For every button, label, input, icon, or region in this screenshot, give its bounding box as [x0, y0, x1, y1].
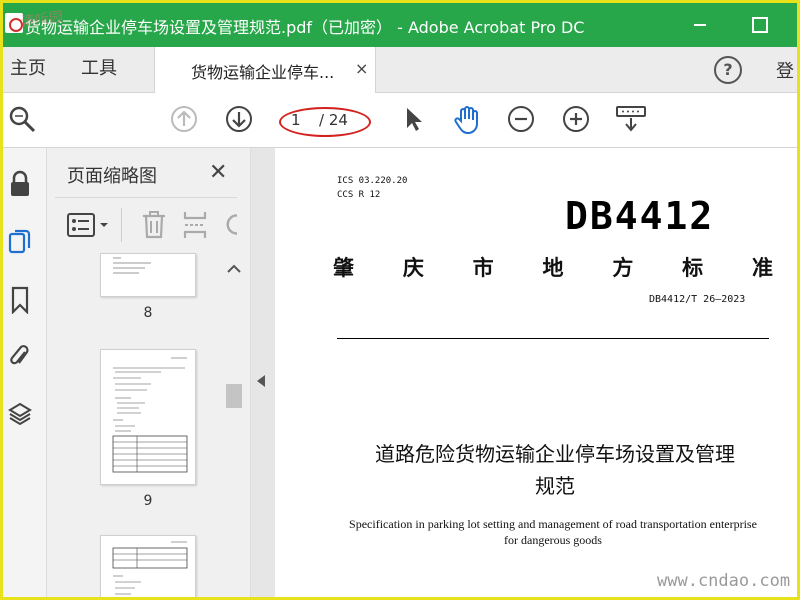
- header-rule: [337, 338, 769, 339]
- help-icon[interactable]: ?: [714, 56, 742, 84]
- issuer-char: 肇: [333, 255, 354, 280]
- layers-icon[interactable]: [8, 400, 32, 428]
- paperclip-icon[interactable]: [8, 342, 32, 370]
- highlight-ring: [279, 107, 371, 137]
- left-rail: [3, 148, 47, 597]
- app-window: 货物运输企业停车场设置及管理规范.pdf（已加密） - Adobe Acroba…: [0, 0, 800, 600]
- window-title: 货物运输企业停车场设置及管理规范.pdf（已加密） - Adobe Acroba…: [25, 18, 585, 37]
- panel-divider: [55, 197, 237, 198]
- thumbnail-panel: 页面缩略图 ✕ 8 9: [47, 148, 251, 597]
- site-watermark: www.cndao.com: [657, 571, 791, 591]
- extract-pages-icon[interactable]: [182, 210, 208, 244]
- thumbnail-label: 8: [143, 305, 153, 321]
- minimize-button[interactable]: [685, 11, 715, 37]
- rotate-icon[interactable]: [223, 212, 237, 240]
- ics-code: ICS 03.220.20: [337, 176, 408, 186]
- subtitle-line: Specification in parking lot setting and…: [349, 517, 757, 531]
- options-menu-icon[interactable]: [67, 212, 113, 242]
- ccs-code: CCS R 12: [337, 190, 381, 200]
- maximize-button[interactable]: [743, 11, 773, 37]
- arrow-up-circle-icon[interactable]: [170, 105, 198, 133]
- issuer-char: 标: [682, 255, 704, 280]
- document-tab-label: 货物运输企业停车...: [191, 63, 335, 82]
- panel-toolbar: [47, 200, 251, 250]
- issuer-char: 准: [751, 255, 773, 280]
- magnifier-icon[interactable]: [8, 105, 36, 133]
- subtitle-line: for dangerous goods: [504, 533, 602, 547]
- scroll-thumb[interactable]: [226, 384, 242, 408]
- minus-circle-icon[interactable]: [507, 105, 535, 133]
- panel-gutter: [251, 148, 275, 597]
- document-page: ICS 03.220.20 CCS R 12 DB4412 肇 庆 市 地 方 …: [275, 148, 797, 597]
- standard-code: DB4412: [565, 194, 715, 238]
- document-title: 道路危险货物运输企业停车场设置及管理 规范: [325, 438, 785, 502]
- thumbnail-label: 9: [143, 493, 153, 509]
- document-tab[interactable]: 货物运输企业停车... ×: [154, 47, 376, 93]
- tool-divider: [121, 208, 122, 242]
- issuer-char: 方: [612, 255, 634, 280]
- thumbnail-scrollbar[interactable]: [223, 259, 245, 597]
- lock-icon[interactable]: [8, 170, 32, 198]
- bookmark-icon[interactable]: [8, 286, 32, 315]
- pages-icon[interactable]: [8, 228, 32, 256]
- title-line: 道路危险货物运输企业停车场设置及管理: [375, 442, 735, 466]
- tab-tools[interactable]: 工具: [77, 47, 121, 93]
- issuer-char: 庆: [402, 255, 424, 280]
- scroll-up-icon[interactable]: [227, 263, 241, 277]
- hand-icon[interactable]: [452, 105, 480, 135]
- close-tab-icon[interactable]: ×: [355, 59, 368, 78]
- issuer-char: 地: [542, 255, 564, 280]
- cursor-icon[interactable]: [400, 105, 428, 133]
- title-line: 规范: [535, 474, 575, 498]
- toolbar: 1 / 24: [3, 93, 797, 148]
- document-subtitle: Specification in parking lot setting and…: [325, 516, 781, 548]
- login-link[interactable]: 登: [776, 57, 794, 83]
- panel-close-icon[interactable]: ✕: [209, 160, 227, 185]
- panel-title: 页面缩略图: [67, 166, 157, 187]
- issuer-name: 肇 庆 市 地 方 标 准: [333, 252, 773, 282]
- issuer-char: 市: [472, 255, 494, 280]
- thumbnail-list: 8 9: [47, 253, 222, 597]
- thumbnail-page-8[interactable]: [100, 253, 196, 297]
- standard-number: DB4412/T 26—2023: [649, 294, 746, 305]
- collapse-panel-icon[interactable]: [257, 375, 265, 387]
- thumbnail-page-9[interactable]: [100, 349, 196, 485]
- arrow-down-circle-icon[interactable]: [225, 105, 253, 133]
- plus-circle-icon[interactable]: [562, 105, 590, 133]
- keyboard-tool-icon[interactable]: [615, 105, 646, 133]
- title-bar: 货物运输企业停车场设置及管理规范.pdf（已加密） - Adobe Acroba…: [3, 3, 797, 47]
- thumbnail-page-10[interactable]: [100, 535, 196, 597]
- tab-home[interactable]: 主页: [6, 47, 50, 93]
- trash-icon[interactable]: [141, 210, 167, 244]
- menu-bar: 主页 工具 货物运输企业停车... × ? 登: [3, 47, 797, 93]
